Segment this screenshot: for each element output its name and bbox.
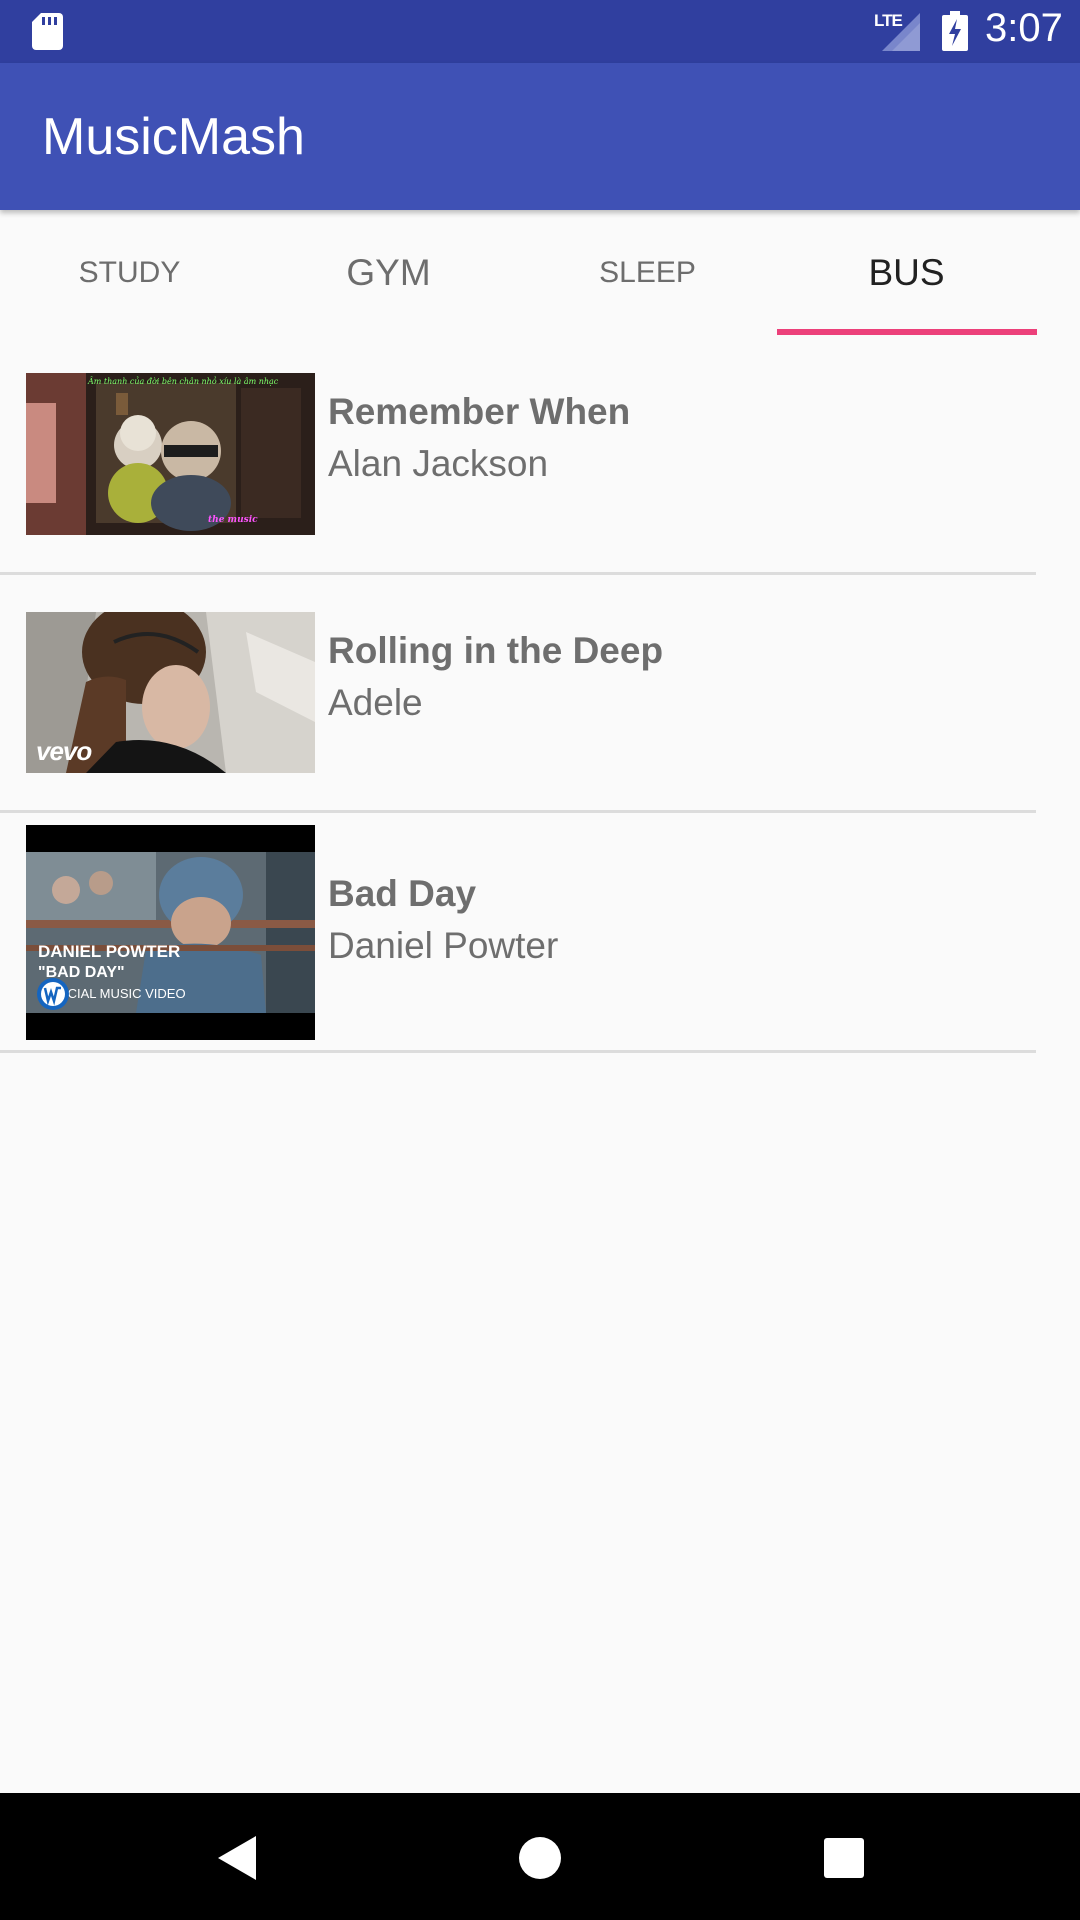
track-title: Bad Day xyxy=(328,873,477,914)
tab-bus[interactable]: BUS xyxy=(777,210,1036,335)
tab-gym[interactable]: GYM xyxy=(259,210,518,335)
list-item[interactable]: DANIEL POWTER "BAD DAY" OFFICIAL MUSIC V… xyxy=(0,813,1036,1053)
list-item[interactable]: Âm thanh của đời bên chân nhỏ xíu là âm … xyxy=(0,335,1036,575)
vevo-logo: vevo xyxy=(36,736,92,766)
signal-icon xyxy=(882,13,920,51)
track-artist: Alan Jackson xyxy=(328,443,549,484)
thumbnail-caption-top: Âm thanh của đời bên chân nhỏ xíu là âm … xyxy=(88,377,279,386)
track-artist: Daniel Powter xyxy=(328,925,559,966)
navigation-bar xyxy=(0,1793,1080,1920)
thumbnail-image xyxy=(26,373,315,535)
app-title: MusicMash xyxy=(42,108,305,166)
video-thumbnail[interactable]: DANIEL POWTER "BAD DAY" OFFICIAL MUSIC V… xyxy=(26,825,315,1040)
track-title: Remember When xyxy=(328,391,631,432)
warner-logo-icon xyxy=(37,978,69,1010)
home-icon[interactable] xyxy=(510,1828,570,1888)
thumbnail-caption-bottom: the music xyxy=(208,515,258,525)
status-bar: LTE 3:07 xyxy=(0,0,1080,63)
list-item[interactable]: vevo Rolling in the Deep Adele xyxy=(0,575,1036,813)
tab-sleep[interactable]: SLEEP xyxy=(518,210,777,335)
tab-bar: STUDY GYM SLEEP BUS xyxy=(0,210,1080,335)
track-title: Rolling in the Deep xyxy=(328,630,664,671)
sd-card-icon xyxy=(32,13,63,50)
status-time: 3:07 xyxy=(985,6,1063,50)
recents-icon[interactable] xyxy=(814,1828,874,1888)
video-thumbnail[interactable]: vevo xyxy=(26,612,315,773)
thumbnail-artist-text: DANIEL POWTER xyxy=(38,942,181,961)
app-bar: MusicMash xyxy=(0,63,1080,210)
tab-study[interactable]: STUDY xyxy=(0,210,259,335)
video-thumbnail[interactable]: Âm thanh của đời bên chân nhỏ xíu là âm … xyxy=(26,373,315,535)
track-artist: Adele xyxy=(328,682,423,723)
back-icon[interactable] xyxy=(206,1828,266,1888)
battery-charging-icon xyxy=(942,11,968,51)
